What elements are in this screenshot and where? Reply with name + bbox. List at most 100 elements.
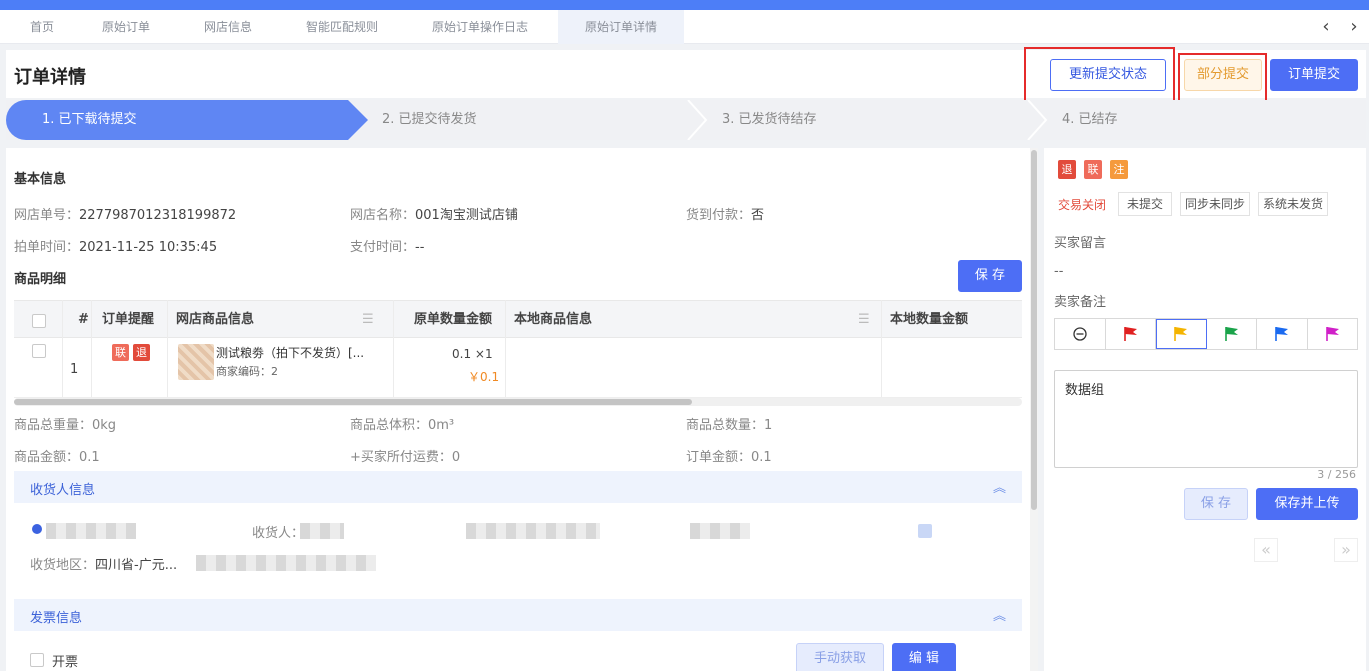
steps-graphic (6, 100, 1048, 140)
product-name[interactable]: 测试粮劵（拍下不发货）[... (216, 344, 364, 361)
tag-refund: 退 (133, 344, 150, 361)
basic-info-title: 基本信息 (14, 172, 67, 187)
tab-home[interactable]: 首页 (22, 10, 62, 44)
char-counter: 3 / 256 (1317, 468, 1356, 481)
yellow-flag-icon (1174, 327, 1187, 341)
invoice-checkbox[interactable] (30, 653, 44, 667)
product-thumbnail (178, 344, 214, 380)
receiver-section-header[interactable]: 收货人信息 ︽ (14, 471, 1022, 503)
red-flag-icon (1123, 327, 1137, 341)
chevron-left-icon[interactable]: ‹ (1316, 14, 1336, 40)
col-index: # (78, 312, 89, 327)
order-amount: 订单金额：0.1 (686, 450, 772, 465)
select-all-checkbox[interactable] (32, 314, 46, 328)
pay-time: 支付时间：-- (350, 240, 425, 255)
step-settled: 4. 已结存 (1062, 112, 1118, 127)
collapse-up-icon[interactable]: ︽ (993, 605, 1006, 624)
redacted-text (466, 523, 600, 539)
tag-contact: 联 (112, 344, 129, 361)
redacted-text (196, 555, 376, 571)
col-original-qty: 原单数量金额 (414, 312, 493, 327)
order-detail-panel: 基本信息 网店单号：2277987012318199872 网店名称：001淘宝… (6, 148, 1030, 671)
row-index: 1 (70, 362, 79, 377)
flag-purple-option[interactable] (1308, 319, 1358, 349)
double-chevron-right-icon[interactable]: » (1334, 538, 1358, 562)
step-downloaded: 1. 已下载待提交 (42, 112, 137, 127)
minus-circle-icon (1073, 327, 1087, 341)
top-accent-bar (0, 0, 1369, 10)
order-submit-button[interactable]: 订单提交 (1270, 59, 1358, 91)
col-local-qty: 本地数量金额 (890, 312, 969, 327)
invoice-title: 发票信息 (30, 611, 83, 626)
redacted-text (690, 523, 750, 539)
chevron-right-icon[interactable]: › (1344, 14, 1364, 40)
flag-green-option[interactable] (1207, 319, 1257, 349)
collapse-up-icon[interactable]: ︽ (993, 477, 1006, 496)
tag-refund: 退 (1058, 160, 1076, 179)
tag-contact: 联 (1084, 160, 1102, 179)
column-menu-icon[interactable]: ☰ (858, 301, 870, 339)
blue-flag-icon (1275, 327, 1288, 341)
status-chip: 未提交 (1118, 192, 1172, 216)
goods-save-button[interactable]: 保 存 (958, 260, 1022, 292)
receiver-icon (32, 524, 42, 534)
product-code: 商家编码：2 (216, 365, 278, 378)
goods-amount: 商品金额：0.1 (14, 450, 100, 465)
flag-red-option[interactable] (1106, 319, 1156, 349)
save-and-upload-button[interactable]: 保存并上传 (1256, 488, 1358, 520)
col-local-goods: 本地商品信息 (514, 312, 593, 327)
column-menu-icon[interactable]: ☰ (362, 301, 374, 339)
receiver-title: 收货人信息 (30, 483, 96, 498)
col-shop-goods: 网店商品信息 (176, 312, 255, 327)
cash-on-delivery: 货到付款：否 (686, 208, 765, 223)
partial-submit-button[interactable]: 部分提交 (1184, 59, 1262, 91)
buyer-message: -- (1054, 264, 1064, 279)
table-header: # 订单提醒 网店商品信息 ☰ 原单数量金额 本地商品信息 ☰ 本地数量金额 (14, 300, 1022, 338)
total-count: 商品总数量：1 (686, 418, 773, 433)
manual-fetch-button[interactable]: 手动获取 (796, 643, 884, 671)
green-flag-icon (1224, 327, 1238, 341)
total-weight: 商品总重量：0kg (14, 418, 117, 433)
buyer-message-label: 买家留言 (1054, 236, 1107, 251)
col-order-reminder: 订单提醒 (102, 312, 155, 327)
tab-match-rules[interactable]: 智能匹配规则 (298, 10, 386, 44)
freight-amount: +买家所付运费：0 (350, 450, 461, 465)
redacted-text (46, 523, 136, 539)
page-header: 订单详情 更新提交状态 部分提交 订单提交 (6, 50, 1366, 98)
status-chip: 系统未发货 (1258, 192, 1328, 216)
flag-blue-option[interactable] (1257, 319, 1308, 349)
shop-order-no: 网店单号：2277987012318199872 (14, 208, 237, 223)
vertical-scrollbar[interactable] (1030, 148, 1038, 671)
row-checkbox[interactable] (32, 344, 46, 358)
seller-note-input[interactable]: 数据组 (1054, 370, 1358, 468)
tab-bar: 首页 原始订单 网店信息 智能匹配规则 原始订单操作日志 原始订单详情 ‹ › (0, 10, 1369, 44)
flag-yellow-option[interactable] (1156, 319, 1207, 349)
copy-icon[interactable] (918, 524, 932, 538)
tag-note: 注 (1110, 160, 1128, 179)
note-save-button[interactable]: 保 存 (1184, 488, 1248, 520)
update-status-button[interactable]: 更新提交状态 (1050, 59, 1166, 91)
receiver-area: 收货地区：四川省-广元... (30, 558, 178, 573)
status-chip: 同步未同步 (1180, 192, 1250, 216)
table-row[interactable]: 1 联 退 测试粮劵（拍下不发货）[... 商家编码：2 0.1 ×1 ￥0.1 (14, 338, 1022, 398)
seller-note-label: 卖家备注 (1054, 295, 1107, 310)
no-flag-option[interactable] (1055, 319, 1106, 349)
tab-shop-info[interactable]: 网店信息 (196, 10, 260, 44)
invoice-checkbox-label: 开票 (52, 655, 79, 670)
invoice-section-header[interactable]: 发票信息 ︽ (14, 599, 1022, 631)
tab-operation-log[interactable]: 原始订单操作日志 (424, 10, 536, 44)
step-shipped: 3. 已发货待结存 (722, 112, 817, 127)
trade-closed-status: 交易关闭 (1058, 198, 1107, 212)
flag-selector (1054, 318, 1358, 350)
invoice-edit-button[interactable]: 编 辑 (892, 643, 956, 671)
tab-raw-orders[interactable]: 原始订单 (94, 10, 158, 44)
progress-steps: 1. 已下载待提交 2. 已提交待发货 3. 已发货待结存 4. 已结存 (6, 100, 1366, 140)
horizontal-scrollbar[interactable] (14, 398, 1022, 406)
tab-order-detail[interactable]: 原始订单详情 (558, 10, 684, 44)
shop-name: 网店名称：001淘宝测试店铺 (350, 208, 518, 223)
side-panel: 退 联 注 交易关闭 未提交 同步未同步 系统未发货 买家留言 -- 卖家备注 … (1044, 148, 1366, 671)
step-submitted: 2. 已提交待发货 (382, 112, 477, 127)
double-chevron-left-icon[interactable]: « (1254, 538, 1278, 562)
order-time: 拍单时间：2021-11-25 10:35:45 (14, 240, 218, 255)
redacted-text (300, 523, 344, 539)
